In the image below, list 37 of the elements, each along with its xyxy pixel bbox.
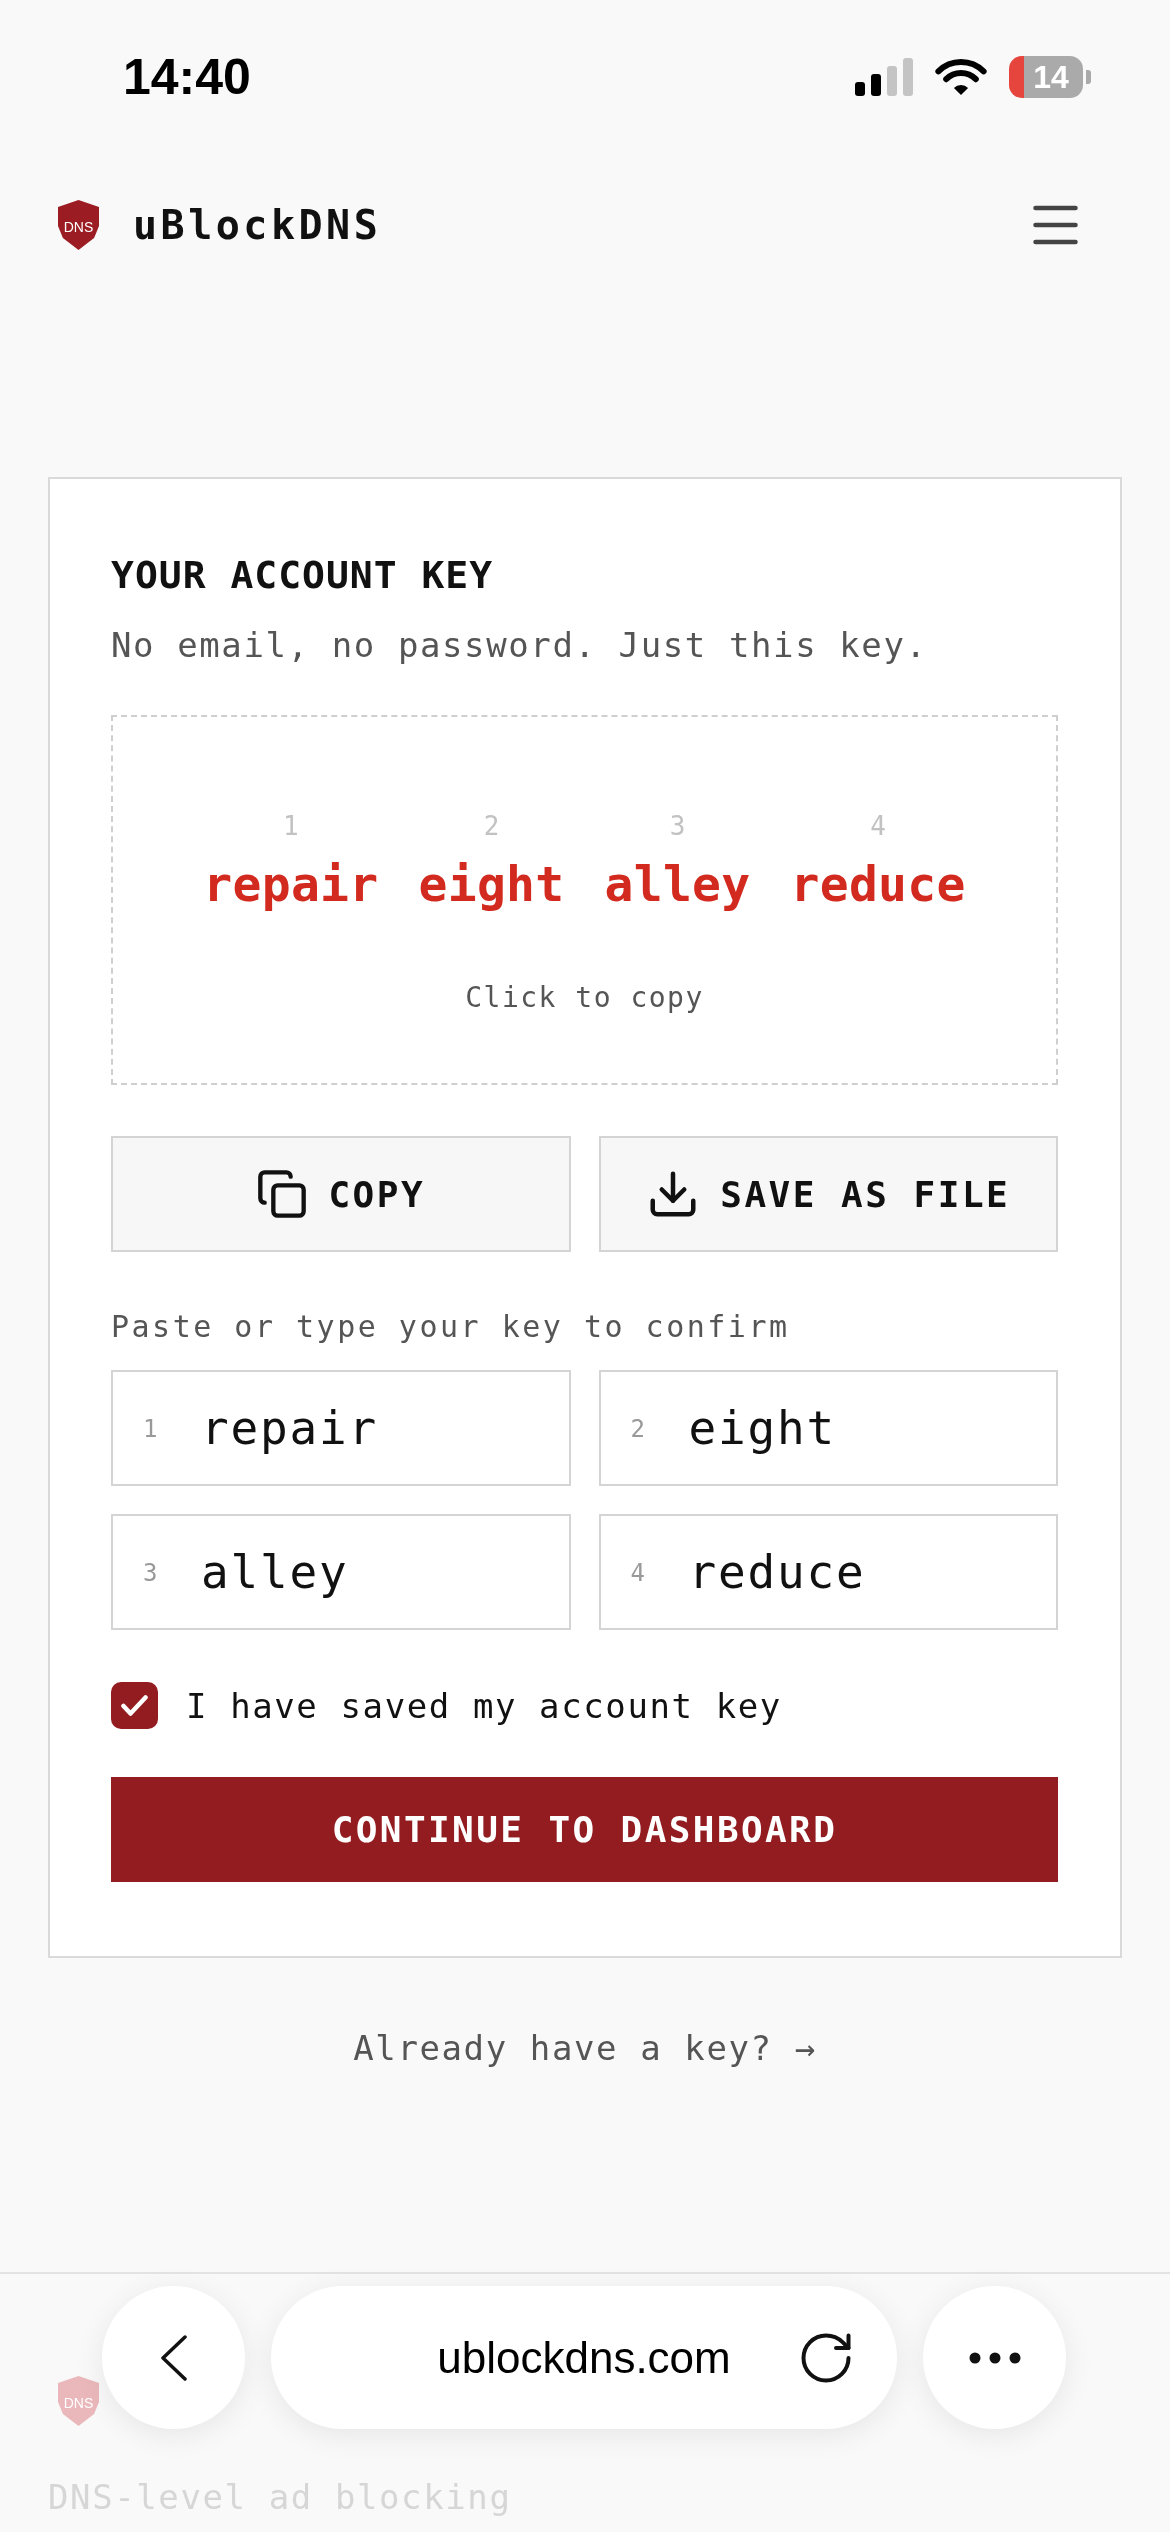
shield-logo: DNS xyxy=(58,200,99,250)
copy-hint: Click to copy xyxy=(465,980,704,1016)
status-time: 14:40 xyxy=(123,52,251,102)
key-word: eight xyxy=(418,855,565,913)
field-number: 2 xyxy=(630,1417,645,1441)
word-number: 3 xyxy=(669,810,686,843)
checkbox-label: I have saved my account key xyxy=(186,1684,782,1728)
word-number: 2 xyxy=(483,810,500,843)
wifi-icon xyxy=(935,58,987,96)
more-icon xyxy=(968,2351,1021,2364)
field-number: 4 xyxy=(630,1561,645,1585)
key-word: alley xyxy=(604,855,751,913)
card-subtitle: No email, no password. Just this key. xyxy=(111,624,929,667)
shield-logo: DNS xyxy=(58,2376,99,2426)
field-number: 1 xyxy=(143,1417,158,1441)
key-word: repair xyxy=(203,855,379,913)
continue-button[interactable]: CONTINUE TO DASHBOARD xyxy=(111,1777,1058,1882)
copy-button[interactable]: COPY xyxy=(111,1136,571,1252)
address-bar[interactable]: ublockdns.com xyxy=(271,2286,897,2429)
key-word: reduce xyxy=(790,855,966,913)
checkbox[interactable] xyxy=(111,1682,158,1729)
copy-icon xyxy=(256,1168,309,1220)
battery-indicator: 14 xyxy=(1009,56,1091,98)
signal-icon xyxy=(855,58,913,96)
save-file-button[interactable]: SAVE AS FILE xyxy=(598,1136,1058,1252)
brand-name: uBlockDNS xyxy=(133,205,382,245)
checkmark-icon xyxy=(121,1695,148,1716)
field-number: 3 xyxy=(143,1561,158,1585)
existing-key-link[interactable]: Already have a key? → xyxy=(353,2026,817,2070)
word-number: 1 xyxy=(283,810,299,843)
key-display-panel[interactable]: 1 repair 2 eight 3 alley 4 reduce Click to copy xyxy=(111,715,1058,1085)
chevron-left-icon xyxy=(159,2334,188,2381)
menu-icon[interactable] xyxy=(1033,205,1078,245)
confirm-label: Paste or type your key to confirm xyxy=(111,1308,791,1346)
url-text[interactable]: ublockdns.com xyxy=(437,2335,731,2380)
word-number: 4 xyxy=(870,810,886,843)
card-title: YOUR ACCOUNT KEY xyxy=(111,552,495,598)
